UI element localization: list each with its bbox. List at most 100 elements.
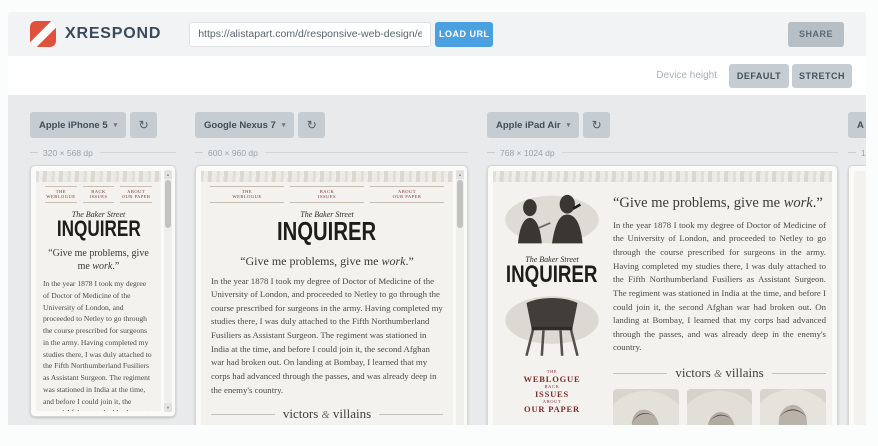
article-body: In the year 1878 I took my degree of Doc… — [36, 278, 161, 411]
chevron-down-icon: ▾ — [282, 121, 286, 129]
dims-rule — [265, 152, 468, 153]
site-preview-partial — [854, 171, 866, 425]
device-toolbar: Apple iPad Air ▾ ↻ — [487, 112, 838, 138]
refresh-button[interactable]: ↻ — [298, 112, 325, 138]
masthead: The Baker Street INQUIRER — [201, 211, 453, 244]
masthead-decoration — [36, 171, 161, 182]
chevron-down-icon: ▾ — [567, 121, 571, 129]
nav-link-weblogue[interactable]: THE WEBLOGUE — [45, 186, 77, 203]
dims-label: 1 — [861, 148, 866, 158]
nav-link-our-paper[interactable]: ABOUT OUR PAPER — [507, 399, 597, 414]
preview-scrollbar[interactable]: ▲ ▼ — [164, 170, 172, 412]
dims-rule — [100, 152, 176, 153]
nav-link-issues[interactable]: BACK ISSUES — [83, 186, 115, 203]
device-frame-iphone5: THE WEBLOGUE BACK ISSUES ABOUT OUR PAPER… — [30, 165, 176, 417]
portrait-image — [613, 389, 679, 425]
portrait-image — [760, 389, 826, 425]
article-body: In the year 1878 I took my degree of Doc… — [611, 219, 828, 355]
pull-quote: “Give me problems, give me work.” — [44, 247, 153, 273]
scroll-up-icon[interactable]: ▲ — [456, 170, 464, 179]
controls-row: Device height DEFAULT STRETCH — [8, 56, 866, 95]
load-url-button[interactable]: LOAD URL — [435, 22, 493, 47]
newspaper-nav: THE WEBLOGUE BACK ISSUES ABOUT OUR PAPER — [207, 186, 447, 203]
device-toolbar: Google Nexus 7 ▾ ↻ — [195, 112, 468, 138]
device-select-label: A — [857, 120, 864, 131]
chevron-down-icon: ▾ — [114, 121, 118, 129]
dims-label: 600 × 960 dp — [208, 148, 258, 158]
device-column-partial: A 1 — [848, 112, 866, 425]
article-body: In the year 1878 I took my degree of Doc… — [201, 275, 453, 398]
dims-dash — [487, 152, 495, 153]
device-toolbar: Apple iPhone 5 ▾ ↻ — [30, 112, 176, 138]
masthead: The Baker Street INQUIRER — [493, 256, 611, 287]
ampersand-ornament: & — [322, 410, 330, 421]
sidebar-column: The Baker Street INQUIRER THE WEBLOGUE — [493, 184, 611, 425]
device-dims: 320 × 568 dp — [30, 147, 176, 158]
url-input[interactable] — [189, 22, 431, 47]
article-column: “Give me problems, give me work.” In the… — [611, 184, 832, 425]
dims-rule — [562, 152, 838, 153]
portrait-image — [687, 389, 753, 425]
device-column-nexus7: Google Nexus 7 ▾ ↻ 600 × 960 dp THE WEBL… — [195, 112, 468, 425]
scroll-up-icon[interactable]: ▲ — [164, 170, 172, 179]
scrollbar-thumb[interactable] — [165, 180, 171, 228]
section-heading: victors & villains — [613, 365, 826, 381]
masthead: The Baker Street INQUIRER — [36, 211, 161, 240]
device-column-ipad-air: Apple iPad Air ▾ ↻ 768 × 1024 dp Th — [487, 112, 838, 425]
ampersand-ornament: & — [714, 369, 722, 380]
device-select-partial[interactable]: A — [848, 112, 866, 138]
share-button[interactable]: SHARE — [788, 22, 844, 47]
newspaper-nav: THE WEBLOGUE BACK ISSUES ABOUT OUR PAPER — [42, 186, 155, 203]
holmes-illustration-top — [501, 186, 603, 248]
app-header: XRESPOND LOAD URL SHARE — [8, 12, 866, 56]
dims-dash — [195, 152, 203, 153]
nav-link-issues[interactable]: BACK ISSUES — [290, 186, 364, 203]
device-select-label: Google Nexus 7 — [204, 120, 276, 131]
device-frame-nexus7: THE WEBLOGUE BACK ISSUES ABOUT OUR PAPER… — [195, 165, 468, 425]
masthead-title: INQUIRER — [506, 264, 598, 287]
device-select-label: Apple iPhone 5 — [39, 120, 108, 131]
device-height-stretch-button[interactable]: STRETCH — [792, 64, 852, 88]
newspaper-nav-stacked: THE WEBLOGUE BACK ISSUES ABOUT OUR PAPER — [507, 369, 597, 414]
device-select-iphone5[interactable]: Apple iPhone 5 ▾ — [30, 112, 126, 138]
masthead-decoration — [201, 171, 453, 182]
device-select-label: Apple iPad Air — [496, 120, 561, 131]
device-dims: 768 × 1024 dp — [487, 147, 838, 158]
nav-link-our-paper[interactable]: ABOUT OUR PAPER — [370, 186, 444, 203]
device-height-default-button[interactable]: DEFAULT — [729, 64, 789, 88]
dims-label: 320 × 568 dp — [43, 148, 93, 158]
device-preview-area: Apple iPhone 5 ▾ ↻ 320 × 568 dp THE WEBL… — [8, 95, 866, 425]
nav-link-our-paper[interactable]: ABOUT OUR PAPER — [120, 186, 152, 203]
site-preview-nexus7: THE WEBLOGUE BACK ISSUES ABOUT OUR PAPER… — [201, 171, 453, 425]
device-frame-ipad-air: The Baker Street INQUIRER THE WEBLOGUE — [487, 165, 838, 425]
portrait-gallery — [611, 389, 828, 425]
device-toolbar: A — [848, 112, 866, 138]
section-heading: victors & villains — [211, 406, 443, 422]
refresh-button[interactable]: ↻ — [583, 112, 610, 138]
dims-dash — [848, 152, 856, 153]
scroll-down-icon[interactable]: ▼ — [164, 403, 172, 412]
nav-link-weblogue[interactable]: THE WEBLOGUE — [210, 186, 284, 203]
pull-quote: “Give me problems, give me work.” — [613, 194, 826, 213]
device-column-iphone5: Apple iPhone 5 ▾ ↻ 320 × 568 dp THE WEBL… — [30, 112, 176, 417]
dims-label: 768 × 1024 dp — [500, 148, 555, 158]
masthead-title: INQUIRER — [277, 219, 376, 244]
device-frame-partial — [848, 165, 866, 425]
masthead-title: INQUIRER — [57, 219, 141, 240]
nav-link-weblogue[interactable]: THE WEBLOGUE — [507, 369, 597, 384]
pull-quote: “Give me problems, give me work.” — [209, 254, 445, 270]
device-dims: 600 × 960 dp — [195, 147, 468, 158]
device-select-nexus7[interactable]: Google Nexus 7 ▾ — [195, 112, 294, 138]
device-height-label: Device height — [656, 70, 717, 81]
refresh-button[interactable]: ↻ — [130, 112, 157, 138]
nav-link-issues[interactable]: BACK ISSUES — [507, 384, 597, 399]
device-dims: 1 — [848, 147, 866, 158]
preview-scrollbar[interactable]: ▲ — [456, 170, 464, 425]
scrollbar-thumb[interactable] — [457, 180, 463, 228]
masthead-decoration — [493, 171, 832, 182]
dims-dash — [30, 152, 38, 153]
brand-title: XRESPOND — [65, 25, 161, 43]
xrespond-logo-icon — [30, 21, 56, 47]
holmes-illustration-bottom — [501, 289, 603, 363]
device-select-ipad-air[interactable]: Apple iPad Air ▾ — [487, 112, 579, 138]
